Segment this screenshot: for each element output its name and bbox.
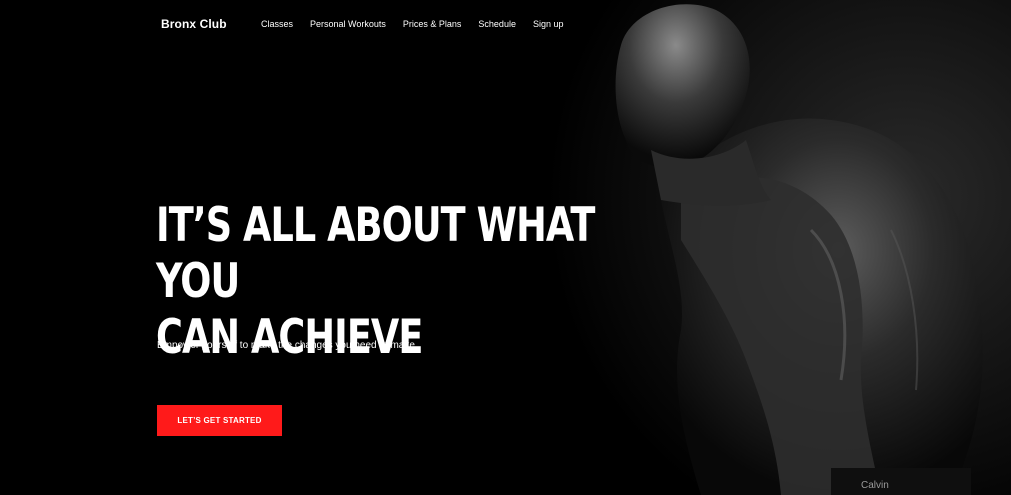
hero-headline-line-1: IT’S ALL ABOUT WHAT YOU — [156, 198, 595, 309]
main-nav: Classes Personal Workouts Prices & Plans… — [261, 19, 563, 29]
nav-link-personal-workouts[interactable]: Personal Workouts — [310, 19, 386, 29]
site-header: Bronx Club Classes Personal Workouts Pri… — [0, 0, 1011, 50]
landing-page: Calvin Bronx Club Classes Personal Worko… — [0, 0, 1011, 495]
get-started-button[interactable]: LET’S GET STARTED — [157, 405, 282, 436]
nav-link-sign-up[interactable]: Sign up — [533, 19, 564, 29]
brand-logo[interactable]: Bronx Club — [161, 17, 227, 31]
nav-link-prices-plans[interactable]: Prices & Plans — [403, 19, 462, 29]
hero-headline-line-2: CAN ACHIEVE — [156, 310, 423, 365]
hero-subheadline: Empower yourself to make the changes you… — [157, 340, 415, 351]
nav-link-classes[interactable]: Classes — [261, 19, 293, 29]
waistband-text: Calvin — [861, 480, 889, 491]
nav-link-schedule[interactable]: Schedule — [478, 19, 516, 29]
